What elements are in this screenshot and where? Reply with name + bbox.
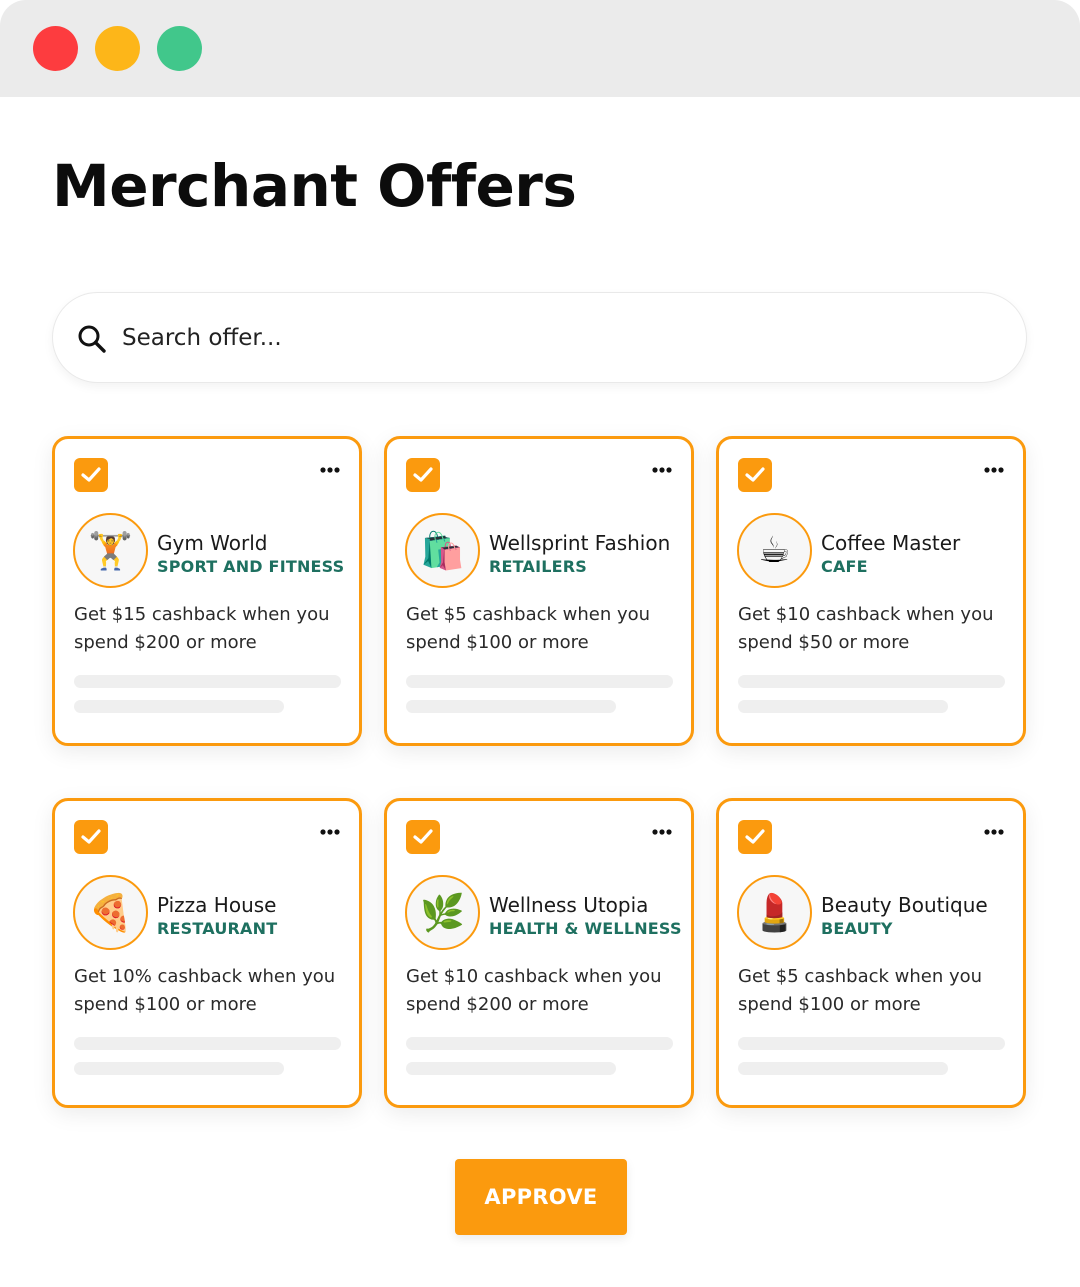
weightlifter-icon: 🏋️ <box>73 513 148 588</box>
offer-description: Get 10% cashback when you spend $100 or … <box>74 966 336 1015</box>
merchant-category: HEALTH & WELLNESS <box>489 919 682 938</box>
placeholder-line <box>406 1062 616 1075</box>
offer-description: Get $10 cashback when you spend $200 or … <box>406 966 662 1015</box>
coffee-cup-icon: ☕ <box>737 513 812 588</box>
offer-description: Get $10 cashback when you spend $50 or m… <box>738 604 994 653</box>
lipstick-icon: 💄 <box>737 875 812 950</box>
more-options-icon[interactable] <box>651 466 673 474</box>
offer-card-coffee-master[interactable]: ☕ Coffee Master CAFE Get $10 cashback wh… <box>716 436 1026 746</box>
more-options-icon[interactable] <box>319 828 341 836</box>
placeholder-line <box>74 700 284 713</box>
merchant-name: Gym World <box>157 531 268 555</box>
offer-card-pizza-house[interactable]: 🍕 Pizza House RESTAURANT Get 10% cashbac… <box>52 798 362 1108</box>
more-options-icon[interactable] <box>651 828 673 836</box>
placeholder-line <box>406 1037 673 1050</box>
merchant-name: Pizza House <box>157 893 277 917</box>
maximize-window-button[interactable] <box>157 26 202 71</box>
offer-select-checkbox[interactable] <box>738 458 772 492</box>
offer-select-checkbox[interactable] <box>406 458 440 492</box>
offer-card-beauty-boutique[interactable]: 💄 Beauty Boutique BEAUTY Get $5 cashback… <box>716 798 1026 1108</box>
offer-description: Get $5 cashback when you spend $100 or m… <box>738 966 983 1015</box>
placeholder-line <box>74 1037 341 1050</box>
pizza-icon: 🍕 <box>73 875 148 950</box>
merchant-category: CAFE <box>821 557 868 576</box>
merchant-category: RETAILERS <box>489 557 588 576</box>
offer-select-checkbox[interactable] <box>74 458 108 492</box>
search-bar[interactable] <box>52 292 1027 383</box>
merchant-category: RESTAURANT <box>157 919 278 938</box>
placeholder-line <box>406 700 616 713</box>
offer-select-checkbox[interactable] <box>738 820 772 854</box>
checkmark-icon <box>413 467 433 482</box>
offer-description: Get $15 cashback when you spend $200 or … <box>74 604 330 653</box>
offer-select-checkbox[interactable] <box>406 820 440 854</box>
checkmark-icon <box>745 467 765 482</box>
merchant-name: Wellness Utopia <box>489 893 649 917</box>
placeholder-line <box>738 675 1005 688</box>
checkmark-icon <box>81 467 101 482</box>
more-options-icon[interactable] <box>319 466 341 474</box>
merchant-category: BEAUTY <box>821 919 893 938</box>
offer-card-wellsprint-fashion[interactable]: 🛍️ Wellsprint Fashion RETAILERS Get $5 c… <box>384 436 694 746</box>
offer-card-wellness-utopia[interactable]: 🌿 Wellness Utopia HEALTH & WELLNESS Get … <box>384 798 694 1108</box>
merchant-name: Beauty Boutique <box>821 893 988 917</box>
checkmark-icon <box>413 829 433 844</box>
search-icon <box>78 325 106 353</box>
placeholder-line <box>74 675 341 688</box>
placeholder-line <box>406 675 673 688</box>
merchant-name: Coffee Master <box>821 531 961 555</box>
close-window-button[interactable] <box>33 26 78 71</box>
herb-icon: 🌿 <box>405 875 480 950</box>
more-options-icon[interactable] <box>983 828 1005 836</box>
checkmark-icon <box>81 829 101 844</box>
placeholder-line <box>74 1062 284 1075</box>
merchant-name: Wellsprint Fashion <box>489 531 671 555</box>
minimize-window-button[interactable] <box>95 26 140 71</box>
placeholder-line <box>738 1062 948 1075</box>
more-options-icon[interactable] <box>983 466 1005 474</box>
page-title: Merchant Offers <box>52 152 577 220</box>
checkmark-icon <box>745 829 765 844</box>
placeholder-line <box>738 700 948 713</box>
offer-card-gym-world[interactable]: 🏋️ Gym World SPORT AND FITNESS Get $15 c… <box>52 436 362 746</box>
shopping-bags-icon: 🛍️ <box>405 513 480 588</box>
placeholder-line <box>738 1037 1005 1050</box>
search-input[interactable] <box>122 313 982 363</box>
offer-select-checkbox[interactable] <box>74 820 108 854</box>
offer-description: Get $5 cashback when you spend $100 or m… <box>406 604 651 653</box>
window-titlebar <box>0 0 1080 97</box>
approve-button[interactable]: APPROVE <box>455 1159 627 1235</box>
merchant-category: SPORT AND FITNESS <box>157 557 345 576</box>
app-window: Merchant Offers 🏋️ Gym World SPORT AND F… <box>0 0 1080 1287</box>
